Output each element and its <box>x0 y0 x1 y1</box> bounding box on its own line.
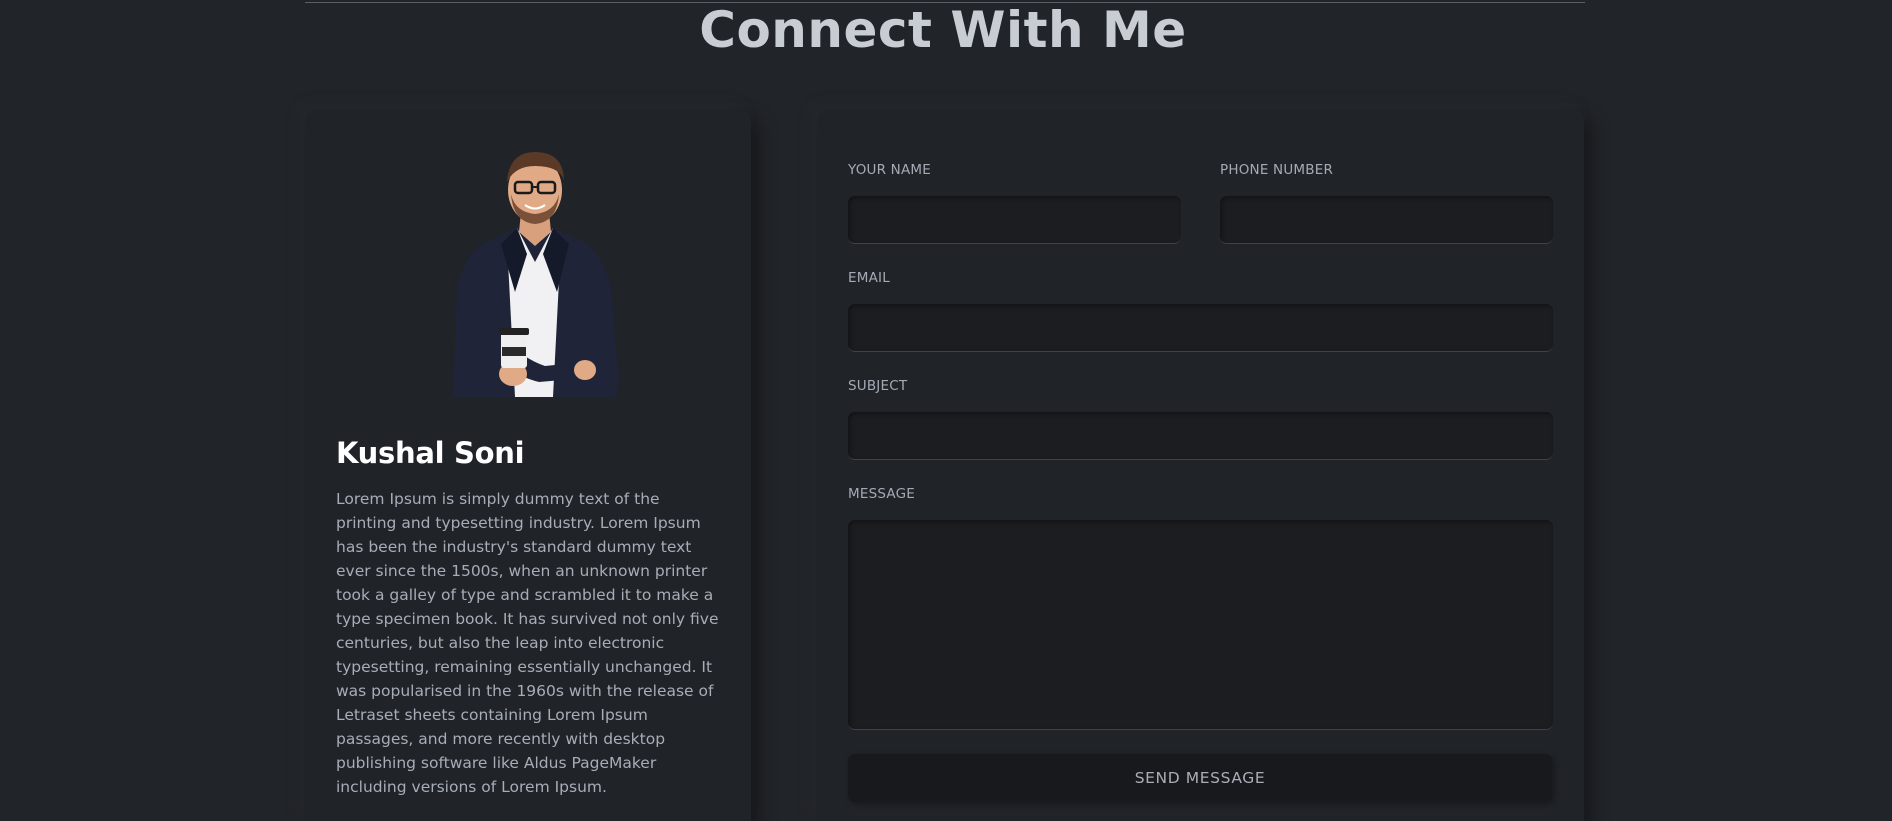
phone-label: PHONE NUMBER <box>1220 162 1334 178</box>
phone-input[interactable] <box>1220 196 1553 244</box>
profile-bio: Lorem Ipsum is simply dummy text of the … <box>336 490 719 796</box>
profile-name: Kushal Soni <box>336 436 525 470</box>
profile-photo <box>453 152 619 397</box>
name-label: YOUR NAME <box>848 162 931 178</box>
message-label: MESSAGE <box>848 486 915 502</box>
contact-form: YOUR NAME PHONE NUMBER EMAIL SUBJECT MES… <box>817 110 1584 821</box>
subject-label: SUBJECT <box>848 378 908 394</box>
contact-section: Connect With Me Kushal Soni Lorem Ipsum … <box>0 0 1892 821</box>
email-input[interactable] <box>848 304 1553 352</box>
send-message-button[interactable]: SEND MESSAGE <box>848 754 1552 802</box>
email-label: EMAIL <box>848 270 890 286</box>
profile-card: Kushal Soni Lorem Ipsum is simply dummy … <box>305 110 751 821</box>
name-input[interactable] <box>848 196 1181 244</box>
subject-input[interactable] <box>848 412 1553 460</box>
section-title: Connect With Me <box>699 1 1187 59</box>
message-textarea[interactable] <box>848 520 1553 730</box>
